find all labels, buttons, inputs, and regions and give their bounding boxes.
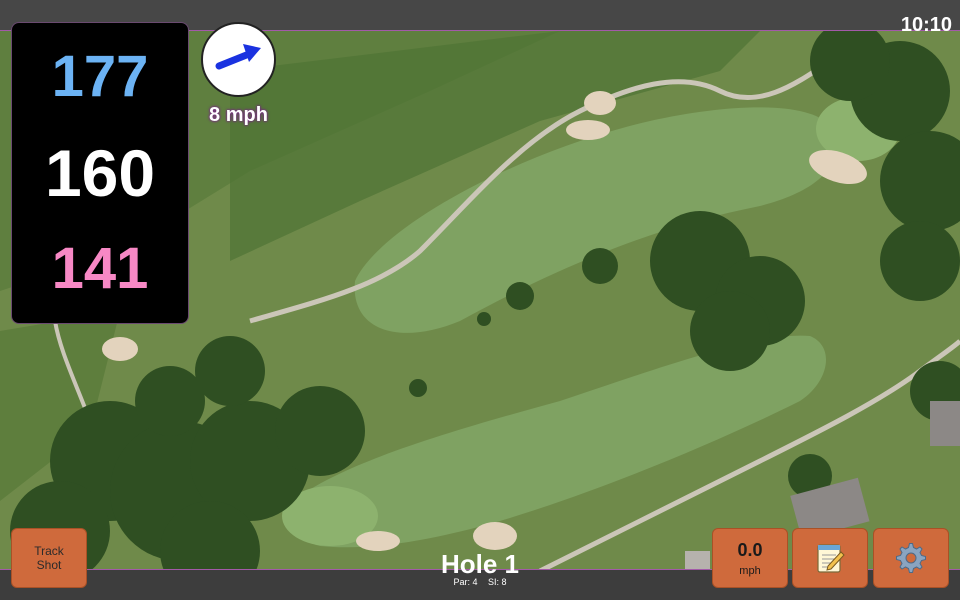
par-label: Par: 4: [453, 577, 478, 587]
center-distance: 160: [44, 136, 156, 210]
notes-button[interactable]: [792, 528, 868, 588]
wind-direction-indicator: [201, 22, 276, 97]
front-distance: 141: [51, 236, 149, 301]
notepad-icon: [817, 544, 845, 573]
settings-button[interactable]: [873, 528, 949, 588]
stroke-index-label: SI: 8: [488, 577, 507, 587]
wind-speed-button[interactable]: 0.0 mph: [712, 528, 788, 588]
hole-info: Par: 4 SI: 8: [380, 577, 580, 587]
wind-arrow-icon: [215, 44, 261, 70]
wind-speed-unit: mph: [739, 564, 761, 577]
back-distance: 177: [51, 44, 149, 109]
distance-panel: 177 160 141: [11, 22, 189, 324]
track-shot-label-line1: Track: [34, 544, 64, 558]
wind-speed-label: 8 mph: [209, 104, 268, 126]
track-shot-label-line2: Shot: [36, 558, 62, 572]
wind-speed-value: 0.0: [737, 539, 763, 560]
gear-icon: [896, 543, 926, 573]
clock: 10:10: [900, 14, 952, 36]
track-shot-button[interactable]: Track Shot: [11, 528, 87, 588]
hole-title: Hole 1: [440, 549, 520, 579]
